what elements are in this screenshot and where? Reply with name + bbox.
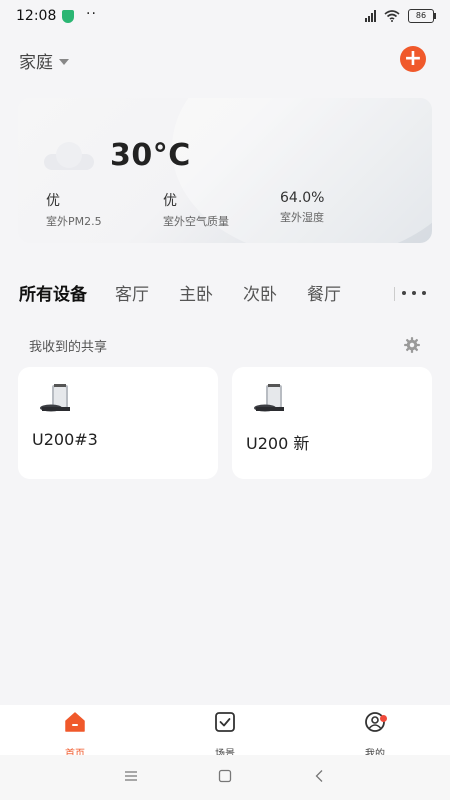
home-label: 家庭 xyxy=(19,53,53,73)
notification-dots: ·· xyxy=(86,6,97,22)
robot-vacuum-station-icon xyxy=(40,384,70,412)
metric-label: 室外PM2.5 xyxy=(46,215,102,228)
gear-icon[interactable] xyxy=(403,336,421,354)
home-selector[interactable]: 家庭 xyxy=(19,48,69,73)
shield-icon xyxy=(62,10,74,23)
nav-home[interactable]: 首页 xyxy=(35,711,115,760)
tab-dining-room[interactable]: 餐厅 xyxy=(307,280,341,305)
metric-label: 室外空气质量 xyxy=(163,215,229,228)
device-name: U200#3 xyxy=(32,430,98,449)
metric-value: 优 xyxy=(46,193,60,209)
menu-icon[interactable] xyxy=(124,769,138,783)
metric-value: 64.0% xyxy=(280,190,325,206)
device-name: U200 新 xyxy=(246,434,310,453)
tab-divider xyxy=(394,287,395,301)
notification-badge xyxy=(380,715,387,722)
home-square-icon[interactable] xyxy=(218,769,232,783)
metric-label: 室外湿度 xyxy=(280,211,324,224)
tab-second-bedroom[interactable]: 次卧 xyxy=(243,280,277,305)
status-time: 12:08 xyxy=(16,8,57,24)
room-tabs: 所有设备 客厅 主卧 次卧 餐厅 xyxy=(19,280,371,305)
nav-scene[interactable]: 场景 xyxy=(185,711,265,760)
tab-all-devices[interactable]: 所有设备 xyxy=(19,280,87,305)
status-indicators: 86 xyxy=(365,9,436,23)
home-icon xyxy=(65,712,85,732)
shared-section-title: 我收到的共享 xyxy=(29,340,108,355)
temperature: 30°C xyxy=(110,138,191,173)
system-nav-bar xyxy=(0,755,450,800)
scene-icon xyxy=(215,712,235,732)
cloud-icon xyxy=(44,142,94,170)
status-bar: 12:08 ·· 86 xyxy=(0,0,450,34)
metric-pm25: 优 室外PM2.5 xyxy=(46,190,102,229)
metric-humidity: 64.0% 室外湿度 xyxy=(280,190,324,225)
add-device-button[interactable]: + xyxy=(400,46,426,72)
back-icon[interactable] xyxy=(313,769,327,783)
wifi-icon xyxy=(384,10,400,22)
bottom-nav: 首页 场景 我的 xyxy=(0,705,450,760)
device-card[interactable]: U200#3 xyxy=(18,367,218,479)
metric-value: 优 xyxy=(163,193,177,209)
metric-air-quality: 优 室外空气质量 xyxy=(163,190,229,229)
tab-living-room[interactable]: 客厅 xyxy=(115,280,149,305)
more-icon[interactable] xyxy=(402,283,426,303)
nav-profile[interactable]: 我的 xyxy=(335,711,415,760)
robot-vacuum-station-icon xyxy=(254,384,284,412)
signal-icon xyxy=(365,10,376,22)
battery-icon: 86 xyxy=(408,9,436,23)
caret-down-icon xyxy=(59,58,69,65)
device-card[interactable]: U200 新 xyxy=(232,367,432,479)
tab-master-bedroom[interactable]: 主卧 xyxy=(179,280,213,305)
